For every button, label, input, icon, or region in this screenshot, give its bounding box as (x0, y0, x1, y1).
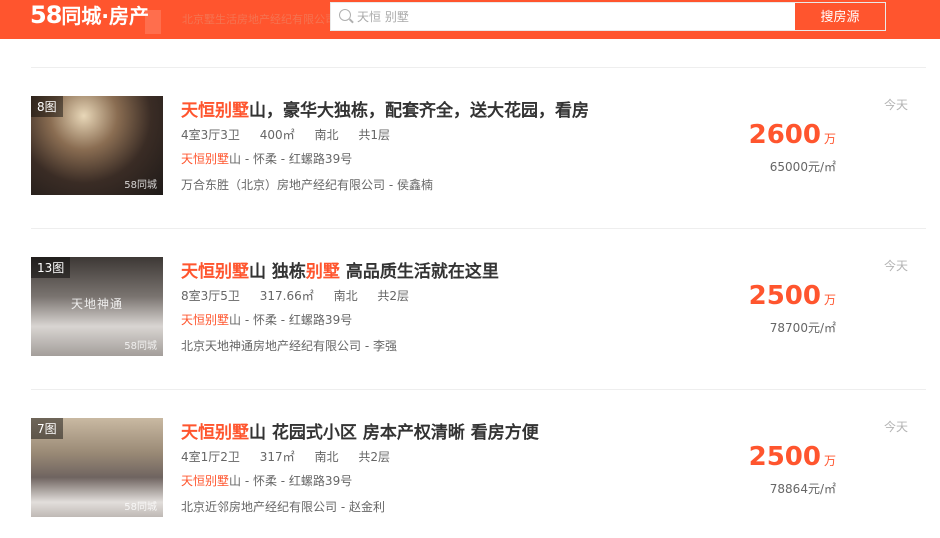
search-icon (339, 9, 351, 21)
listing-item[interactable]: 8图 58同城 天恒别墅山，豪华大独栋，配套齐全，送大花园，看房 4室3厅3卫 … (31, 68, 926, 228)
total-price: 2600 万 (749, 120, 836, 150)
orientation: 南北 (314, 450, 339, 464)
listing-address: 天恒别墅山 - 怀柔 - 红螺路39号 (181, 472, 352, 489)
room-layout: 8室3厅5卫 (181, 289, 240, 303)
listing-item[interactable]: 13图 天地神通 58同城 天恒别墅山 独栋别墅 高品质生活就在这里 8室3厅5… (31, 229, 926, 389)
photo-watermark: 58同城 (124, 502, 157, 513)
orientation: 南北 (314, 128, 339, 142)
title-part: 天恒别墅 (181, 262, 249, 282)
address-rest: 山 - 怀柔 - 红螺路39号 (229, 313, 353, 327)
listing-meta: 8室3厅5卫 317.66㎡ 南北 共2层 (181, 287, 425, 304)
price-number: 2600 (748, 120, 821, 150)
listing-photo[interactable]: 8图 58同城 (31, 96, 163, 195)
room-layout: 4室1厅2卫 (181, 450, 240, 464)
community-link[interactable]: 天恒别墅 (181, 313, 229, 327)
photo-sign-text: 天地神通 (71, 297, 124, 311)
title-part: 高品质生活就在这里 (339, 262, 499, 282)
search-button[interactable]: 搜房源 (795, 3, 885, 30)
floor-count: 共1层 (358, 128, 390, 142)
listing-title[interactable]: 天恒别墅山，豪华大独栋，配套齐全，送大花园，看房 (181, 96, 589, 121)
post-date: 今天 (883, 420, 908, 434)
post-date: 今天 (883, 259, 908, 273)
logo-number: 58 (30, 1, 62, 29)
unit-price: 65000元/㎡ (769, 160, 836, 174)
address-rest: 山 - 怀柔 - 红螺路39号 (229, 152, 353, 166)
listing-photo[interactable]: 7图 58同城 (31, 418, 163, 517)
title-part: 别墅 (305, 262, 340, 282)
search-input[interactable] (357, 7, 787, 27)
listing-address: 天恒别墅山 - 怀柔 - 红螺路39号 (181, 311, 352, 328)
agency-name: 北京近邻房地产经纪有限公司 - 赵金利 (181, 500, 385, 514)
floor-count: 共2层 (358, 450, 390, 464)
header-ghost-text: 北京墅生活房地产经纪有限公司 (182, 13, 336, 26)
photo-count-badge: 7图 (31, 418, 63, 439)
photo-watermark: 58同城 (124, 180, 157, 191)
search-box: 搜房源 (330, 2, 886, 31)
title-part: 山，豪华大独栋，配套齐全，送大花园，看房 (249, 101, 589, 121)
title-part: 天恒别墅 (181, 423, 249, 443)
site-logo[interactable]: 58同城·房产 (30, 0, 149, 30)
price-unit: 万 (823, 454, 836, 468)
floor-area: 317.66㎡ (259, 289, 314, 303)
price-unit: 万 (823, 293, 836, 307)
post-date: 今天 (883, 98, 908, 112)
listing-title[interactable]: 天恒别墅山 独栋别墅 高品质生活就在这里 (181, 257, 499, 282)
logo-text: 同城·房产 (61, 4, 150, 28)
agency-name: 万合东胜（北京）房地产经纪有限公司 - 侯鑫楠 (181, 178, 433, 192)
title-part: 山 花园式小区 房本产权清晰 看房方便 (249, 423, 539, 443)
floor-area: 317㎡ (259, 450, 295, 464)
listing-meta: 4室1厅2卫 317㎡ 南北 共2层 (181, 448, 406, 465)
price-number: 2500 (748, 281, 821, 311)
unit-price: 78864元/㎡ (769, 482, 836, 496)
address-rest: 山 - 怀柔 - 红螺路39号 (229, 474, 353, 488)
community-link[interactable]: 天恒别墅 (181, 474, 229, 488)
total-price: 2500 万 (749, 442, 836, 472)
listing-photo[interactable]: 13图 天地神通 58同城 (31, 257, 163, 356)
photo-count-badge: 8图 (31, 96, 63, 117)
agency-name: 北京天地神通房地产经纪有限公司 - 李强 (181, 339, 397, 353)
listing-list: 8图 58同城 天恒别墅山，豪华大独栋，配套齐全，送大花园，看房 4室3厅3卫 … (31, 67, 926, 538)
price-number: 2500 (748, 442, 821, 472)
header-decoration (145, 10, 161, 34)
listing-item[interactable]: 7图 58同城 天恒别墅山 花园式小区 房本产权清晰 看房方便 4室1厅2卫 3… (31, 390, 926, 538)
orientation: 南北 (333, 289, 358, 303)
photo-watermark: 58同城 (124, 341, 157, 352)
total-price: 2500 万 (749, 281, 836, 311)
listing-meta: 4室3厅3卫 400㎡ 南北 共1层 (181, 126, 406, 143)
title-part: 山 独栋 (249, 262, 306, 282)
price-unit: 万 (823, 132, 836, 146)
photo-count-badge: 13图 (31, 257, 71, 278)
title-part: 天恒别墅 (181, 101, 249, 121)
room-layout: 4室3厅3卫 (181, 128, 240, 142)
floor-count: 共2层 (377, 289, 410, 303)
community-link[interactable]: 天恒别墅 (181, 152, 229, 166)
listing-title[interactable]: 天恒别墅山 花园式小区 房本产权清晰 看房方便 (181, 418, 539, 443)
unit-price: 78700元/㎡ (769, 321, 836, 335)
listing-address: 天恒别墅山 - 怀柔 - 红螺路39号 (181, 150, 352, 167)
top-bar: 58同城·房产 北京墅生活房地产经纪有限公司 搜房源 (0, 0, 940, 39)
floor-area: 400㎡ (259, 128, 295, 142)
